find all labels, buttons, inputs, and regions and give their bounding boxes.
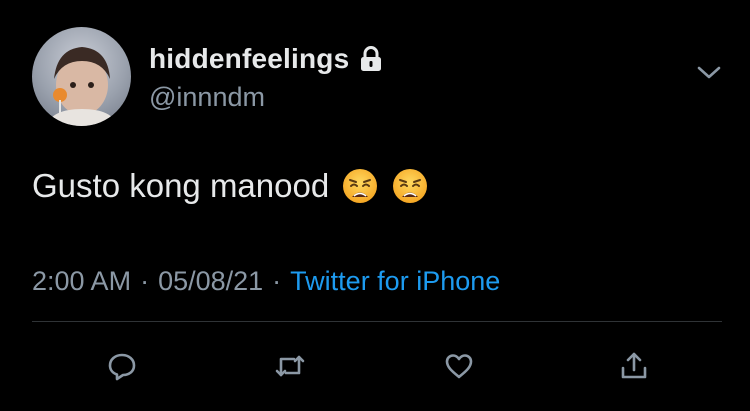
- weary-face-emoji: [393, 169, 428, 203]
- reply-button[interactable]: [104, 348, 140, 384]
- like-icon: [445, 354, 473, 379]
- like-button[interactable]: [441, 348, 477, 384]
- meta-separator: ·: [272, 266, 282, 296]
- tweet-text-content: Gusto kong manood: [32, 167, 330, 204]
- retweet-button[interactable]: [272, 348, 308, 384]
- divider: [32, 321, 722, 322]
- avatar[interactable]: [32, 27, 131, 126]
- author-handle[interactable]: @innndm: [149, 82, 265, 113]
- weary-face-emoji: [343, 169, 378, 203]
- share-button[interactable]: [616, 348, 652, 384]
- tweet-meta: 2:00 AM · 05/08/21 · Twitter for iPhone: [32, 266, 500, 297]
- retweet-icon: [275, 355, 305, 377]
- reply-icon: [108, 353, 136, 381]
- author-name-row[interactable]: hiddenfeelings: [149, 43, 383, 75]
- chevron-down-icon[interactable]: [696, 64, 722, 82]
- lock-icon: [361, 46, 382, 71]
- share-icon: [621, 352, 647, 379]
- meta-separator: ·: [140, 266, 150, 296]
- author-display-name[interactable]: hiddenfeelings: [149, 43, 349, 75]
- tweet-time[interactable]: 2:00 AM: [32, 266, 131, 297]
- tweet-text: Gusto kong manood: [32, 167, 429, 205]
- avatar-photo: [46, 47, 118, 126]
- tweet-source-link[interactable]: Twitter for iPhone: [290, 266, 500, 297]
- tweet-date[interactable]: 05/08/21: [158, 266, 263, 297]
